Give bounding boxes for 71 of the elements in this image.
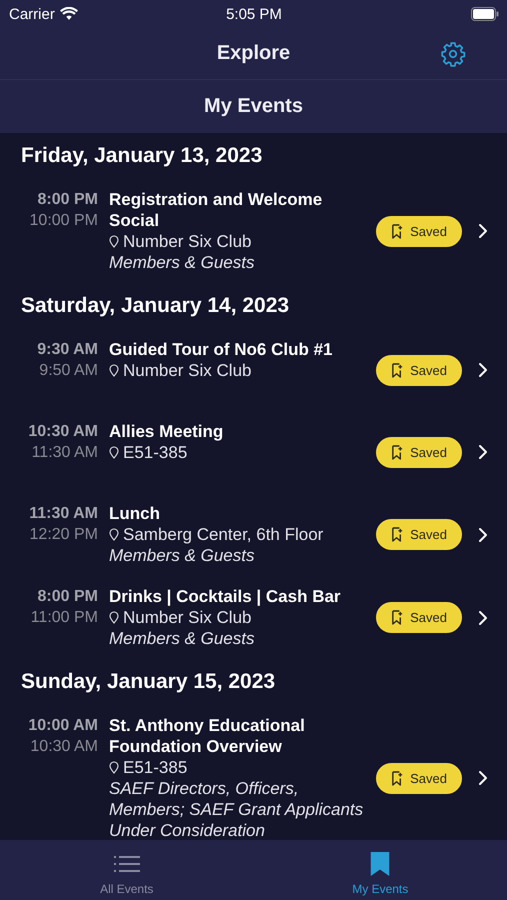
bookmark-icon — [391, 610, 404, 625]
bookmark-icon — [391, 770, 404, 786]
event-title: Guided Tour of No6 Club #1 — [109, 339, 334, 360]
event-title: Drinks | Cocktails | Cash Bar — [109, 586, 342, 607]
chevron-icon — [478, 444, 488, 460]
start-time: 10:00 AM — [27, 716, 98, 736]
end-time: 10:00 PM — [28, 211, 98, 231]
pin-icon — [109, 611, 119, 624]
pin-icon — [109, 364, 119, 377]
start-time: 11:30 AM — [28, 504, 98, 524]
screen-title: Explore — [216, 42, 290, 65]
event-title: Registration and Welcome Social — [109, 189, 324, 231]
pin-icon — [109, 761, 119, 774]
saved-button[interactable]: Saved — [376, 216, 462, 246]
saved-button[interactable]: Saved — [376, 519, 462, 550]
date-heading: Sunday, January 15, 2023 — [21, 670, 276, 694]
start-time: 8:00 PM — [36, 587, 98, 607]
location-label: Samberg Center, 6th Floor — [123, 524, 324, 545]
bookmark-icon — [391, 224, 404, 238]
start-time: 8:00 PM — [36, 190, 98, 210]
audience-label: Members & Guests — [109, 545, 256, 566]
chevron-icon — [478, 223, 488, 239]
section-title: My Events — [204, 95, 303, 118]
start-time: 10:30 AM — [27, 422, 98, 442]
carrier-label: Carrier — [9, 6, 55, 22]
clock-time: 5:05 PM — [226, 6, 282, 22]
event-title: Lunch — [109, 503, 161, 524]
chevron-icon — [478, 610, 488, 626]
end-time: 9:50 AM — [38, 361, 98, 381]
date-heading: Saturday, January 14, 2023 — [21, 294, 290, 318]
chevron-icon — [478, 770, 488, 786]
event-row[interactable]: 11:30 AM 12:20 PM Lunch Samberg Center, 6th Floor Members & Guests Saved — [0, 493, 507, 576]
pin-icon — [109, 446, 119, 459]
chevron-icon — [478, 362, 488, 378]
location-label: E51-385 — [123, 442, 188, 463]
pin-icon — [109, 235, 119, 248]
location-label: Number Six Club — [123, 231, 252, 252]
end-time: 10:30 AM — [29, 737, 98, 757]
event-row[interactable]: 10:30 AM 11:30 AM Allies Meeting E51-385 Saved — [0, 411, 507, 493]
location-label: Number Six Club — [123, 607, 252, 628]
bookmark-icon — [391, 444, 404, 460]
settings-icon[interactable] — [440, 41, 466, 67]
chevron-icon — [478, 526, 488, 542]
bookmark-icon — [391, 362, 404, 378]
saved-button[interactable]: Saved — [376, 762, 462, 794]
saved-button[interactable]: Saved — [376, 436, 462, 468]
event-row[interactable]: 8:00 PM 11:00 PM Drinks | Cocktails | Cash Bar Number Six Club Members & Guests Saved — [0, 576, 507, 659]
bookmark-icon — [370, 852, 390, 876]
location-label: E51-385 — [123, 757, 188, 778]
saved-button[interactable]: Saved — [376, 354, 462, 386]
audience-label: SAEF Directors, Officers, Members; SAEF Grant Applicants Under Consideration — [109, 778, 364, 840]
battery-icon — [471, 7, 499, 21]
event-row[interactable]: 8:00 PM 10:00 PM Registration and Welcome Social Number Six Club Members & Guests Saved — [0, 179, 507, 283]
start-time: 9:30 AM — [36, 340, 98, 360]
tab-item[interactable]: My Events — [254, 840, 507, 900]
bookmark-icon — [391, 527, 404, 542]
event-title: Allies Meeting — [109, 421, 224, 442]
end-time: 12:20 PM — [28, 525, 98, 545]
event-title: St. Anthony Educational Foundation Overview — [109, 715, 306, 757]
saved-button[interactable]: Saved — [376, 602, 462, 633]
tab-item[interactable]: All Events — [0, 840, 254, 900]
event-row[interactable]: 9:30 AM 9:50 AM Guided Tour of No6 Club #1 Number Six Club Saved — [0, 329, 507, 411]
pin-icon — [109, 528, 119, 541]
end-time: 11:00 PM — [30, 608, 98, 628]
date-heading: Friday, January 13, 2023 — [21, 144, 262, 168]
end-time: 11:30 AM — [30, 443, 98, 463]
location-label: Number Six Club — [123, 360, 252, 381]
wifi-icon — [60, 7, 78, 21]
audience-label: Members & Guests — [109, 252, 256, 273]
audience-label: Members & Guests — [109, 628, 256, 649]
event-row[interactable]: 10:00 AM 10:30 AM St. Anthony Educational Foundation Overview E51-385 SAEF Directors, Officers, Members; SAEF Grant Applicants Under Consideration Saved — [0, 705, 507, 840]
